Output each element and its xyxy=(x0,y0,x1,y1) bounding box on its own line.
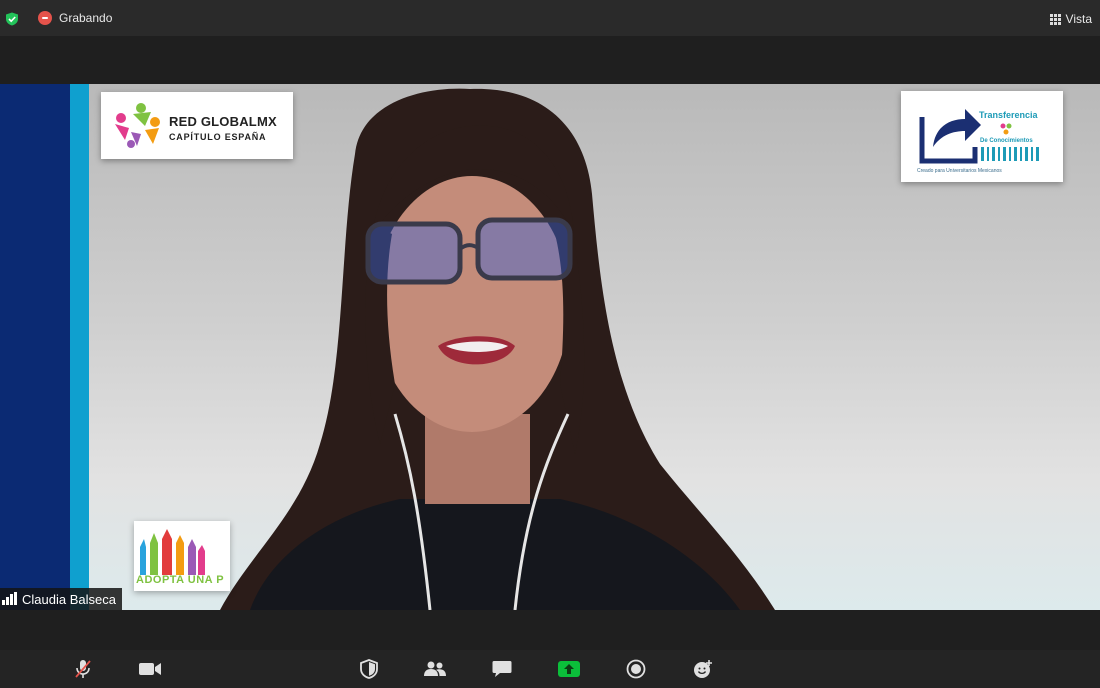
recording-icon xyxy=(38,11,52,25)
red-global-subtitle: CAPÍTULO ESPAÑA xyxy=(169,132,267,142)
share-screen-icon xyxy=(558,661,580,677)
video-button[interactable] xyxy=(139,658,161,680)
security-shield-icon xyxy=(360,659,378,679)
adopta-text-content: ADOPTA UNA P xyxy=(136,574,225,586)
transfer-arrow-icon xyxy=(919,109,981,164)
connection-signal-icon xyxy=(2,592,17,605)
video-letterbox-bottom xyxy=(0,610,1100,650)
transferencia-conocimientos-logo: Transferencia De Conocimientos Creado pa… xyxy=(901,91,1063,182)
transferencia-title: Transferencia xyxy=(979,110,1038,120)
participants-button[interactable] xyxy=(424,658,446,680)
meeting-top-bar: Grabando Vista xyxy=(0,0,1100,36)
view-label: Vista xyxy=(1065,12,1092,26)
chat-button[interactable] xyxy=(491,658,513,680)
active-speaker-video[interactable]: RED GLOBALMX CAPÍTULO ESPAÑA Transferenc… xyxy=(0,84,1100,610)
mute-button[interactable] xyxy=(72,658,94,680)
participant-name-tag: Claudia Balseca xyxy=(0,588,122,610)
barcode-icon xyxy=(981,147,1039,161)
encryption-shield-icon[interactable] xyxy=(5,12,19,26)
view-button[interactable]: Vista xyxy=(1049,12,1092,26)
record-circle-icon xyxy=(626,659,646,679)
red-global-title: RED GLOBALMX xyxy=(169,114,277,129)
reactions-smiley-icon xyxy=(694,660,712,678)
adopta-text: ADOPTA UNA P xyxy=(136,574,224,586)
participant-name: Claudia Balseca xyxy=(22,591,116,607)
people-emblem-icon xyxy=(1000,123,1012,135)
record-button[interactable] xyxy=(625,658,647,680)
video-camera-icon xyxy=(139,663,161,675)
recording-label: Grabando xyxy=(59,11,113,25)
meeting-toolbar xyxy=(0,650,1100,688)
red-global-emblem-icon xyxy=(115,103,160,148)
video-letterbox-top xyxy=(0,36,1100,84)
grid-view-icon xyxy=(1049,13,1061,25)
chat-bubble-icon xyxy=(492,661,512,677)
raised-hands-icon xyxy=(140,529,205,575)
transferencia-subtitle: De Conocimientos xyxy=(980,138,1033,144)
security-button[interactable] xyxy=(358,658,380,680)
participants-icon xyxy=(424,661,446,676)
recording-indicator[interactable]: Grabando xyxy=(38,11,112,25)
adopta-logo: ADOPTA UNA P xyxy=(134,521,230,591)
share-screen-button[interactable] xyxy=(558,658,580,680)
microphone-muted-icon xyxy=(75,660,91,678)
transferencia-tagline: Creado para Universitarios Mexicanos xyxy=(917,168,1002,174)
red-global-mx-logo: RED GLOBALMX CAPÍTULO ESPAÑA xyxy=(101,92,293,159)
reactions-button[interactable] xyxy=(692,658,714,680)
